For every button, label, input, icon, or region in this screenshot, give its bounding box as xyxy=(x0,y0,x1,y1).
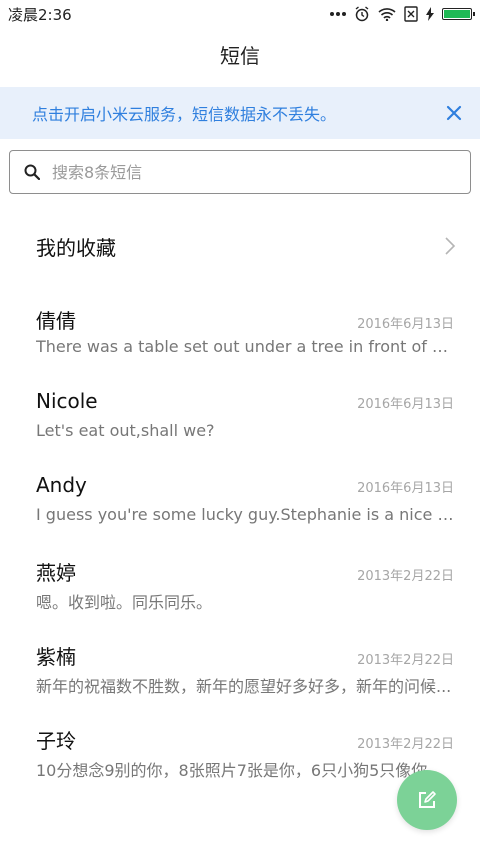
search-icon xyxy=(24,164,40,180)
message-item[interactable]: 倩倩 2016年6月13日 There was a table set out … xyxy=(0,305,480,365)
message-sender: 子玲 xyxy=(36,729,76,753)
more-dots-icon xyxy=(330,12,346,16)
message-preview: 新年的祝福数不胜数，新年的愿望好多好多，新年的问候... xyxy=(36,677,452,696)
search-input[interactable] xyxy=(50,161,434,183)
message-date: 2016年6月13日 xyxy=(357,481,454,496)
status-time: 凌晨2:36 xyxy=(8,5,72,24)
charging-icon xyxy=(426,7,434,21)
message-item[interactable]: 燕婷 2013年2月22日 嗯。收到啦。同乐同乐。 xyxy=(0,557,480,617)
favorites-row[interactable]: 我的收藏 xyxy=(0,220,480,272)
status-icons xyxy=(330,6,475,22)
compose-button[interactable] xyxy=(397,770,457,830)
message-sender: 紫楠 xyxy=(36,645,76,669)
message-item[interactable]: Andy 2016年6月13日 I guess you're some luck… xyxy=(0,473,480,533)
message-sender: 倩倩 xyxy=(36,309,76,333)
chevron-right-icon xyxy=(445,237,456,255)
message-date: 2016年6月13日 xyxy=(357,397,454,412)
message-sender: 燕婷 xyxy=(36,561,76,585)
no-sim-icon xyxy=(404,6,418,22)
alarm-icon xyxy=(355,6,369,22)
close-icon[interactable] xyxy=(444,103,464,123)
search-box[interactable] xyxy=(9,150,471,194)
battery-icon xyxy=(442,8,475,20)
status-bar: 凌晨2:36 xyxy=(0,0,480,28)
favorites-label: 我的收藏 xyxy=(36,235,116,260)
battery-fill xyxy=(444,10,470,18)
message-sender: Andy xyxy=(36,473,87,497)
message-preview: 10分想念9别的你，8张照片7张是你，6只小狗5只像你，4... xyxy=(36,761,454,780)
banner-text[interactable]: 点击开启小米云服务，短信数据永不丢失。 xyxy=(32,101,336,125)
page-title: 短信 xyxy=(220,44,260,68)
compose-icon xyxy=(419,791,436,808)
message-date: 2013年2月22日 xyxy=(357,653,454,668)
message-preview: Let's eat out,shall we? xyxy=(36,421,215,440)
message-date: 2013年2月22日 xyxy=(357,737,454,752)
message-preview: 嗯。收到啦。同乐同乐。 xyxy=(36,593,213,612)
message-item[interactable]: 紫楠 2013年2月22日 新年的祝福数不胜数，新年的愿望好多好多，新年的问候.… xyxy=(0,641,480,701)
message-date: 2016年6月13日 xyxy=(357,317,454,332)
cloud-service-banner[interactable]: 点击开启小米云服务，短信数据永不丢失。 xyxy=(0,87,480,139)
message-item[interactable]: Nicole 2016年6月13日 Let's eat out,shall we… xyxy=(0,389,480,449)
message-date: 2013年2月22日 xyxy=(357,569,454,584)
message-preview: There was a table set out under a tree i… xyxy=(36,337,454,356)
message-sender: Nicole xyxy=(36,389,98,413)
message-preview: I guess you're some lucky guy.Stephanie … xyxy=(36,505,454,524)
wifi-icon xyxy=(378,8,396,21)
